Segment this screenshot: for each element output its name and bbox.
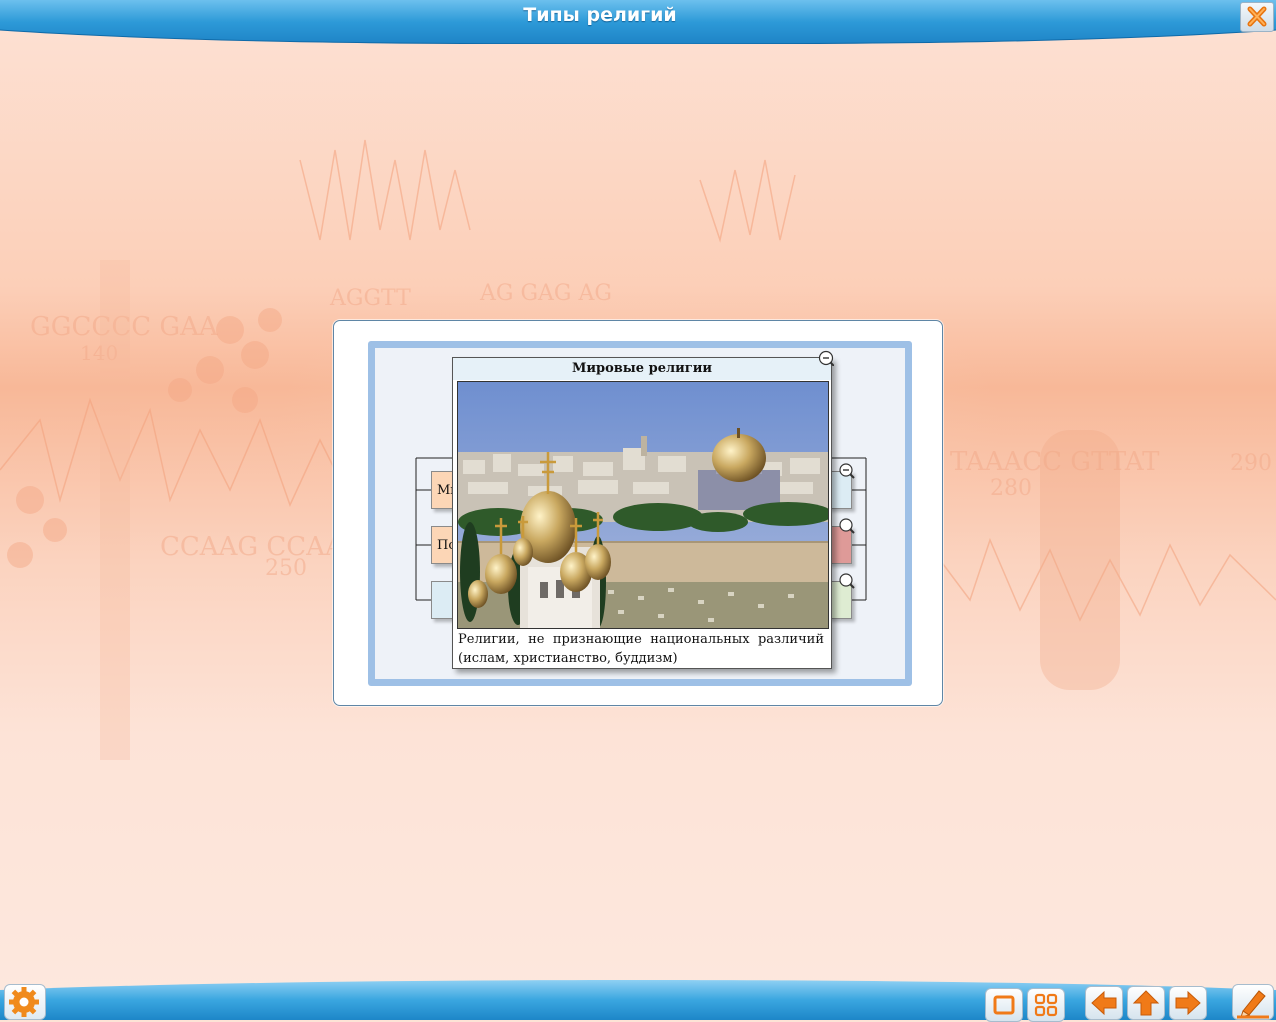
grid-icon (1034, 993, 1058, 1017)
home-button[interactable] (1127, 986, 1165, 1020)
zoom-out-icon[interactable] (839, 463, 855, 479)
window-icon (993, 995, 1015, 1015)
zoom-icon[interactable] (839, 518, 855, 534)
arrow-right-icon (1175, 990, 1201, 1016)
pencil-button[interactable] (1232, 984, 1274, 1020)
gear-icon (9, 987, 39, 1017)
window-button[interactable] (985, 988, 1023, 1022)
pencil-icon (1237, 990, 1269, 1019)
back-button[interactable] (1085, 986, 1123, 1020)
popup-title: Мировые религии (453, 358, 831, 380)
forward-button[interactable] (1169, 986, 1207, 1020)
jerusalem-photo (458, 382, 828, 628)
popup-photo (457, 381, 829, 629)
arrow-left-icon (1091, 990, 1117, 1016)
zoom-icon[interactable] (839, 573, 855, 589)
arrow-up-icon (1132, 990, 1160, 1016)
grid-button[interactable] (1027, 988, 1065, 1022)
info-popup: Мировые религии Религии, не признающие н… (452, 357, 832, 669)
settings-button[interactable] (4, 984, 46, 1020)
popup-description: Религии, не признающие национальных разл… (458, 632, 824, 666)
zoom-out-icon[interactable] (818, 350, 834, 366)
